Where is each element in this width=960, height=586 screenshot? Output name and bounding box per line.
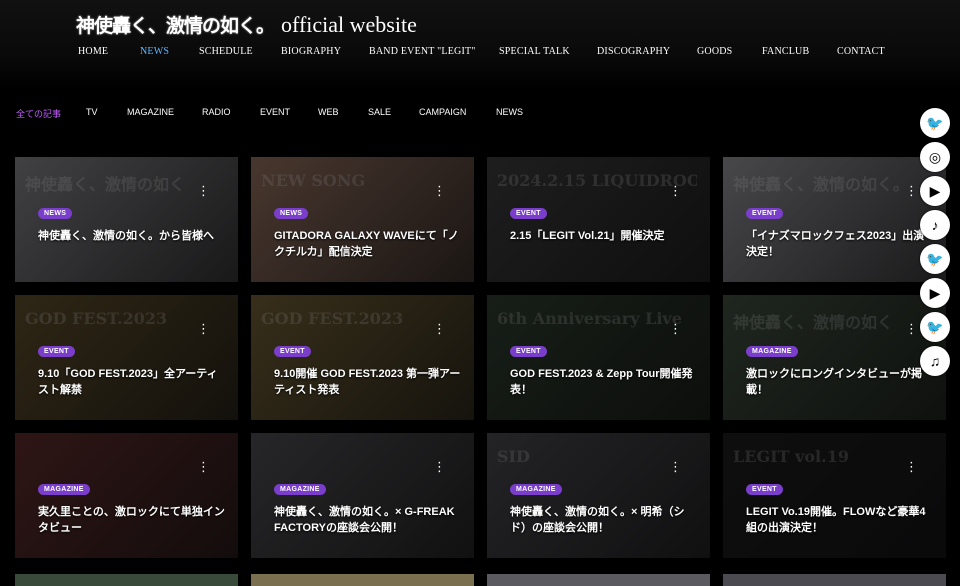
category-badge: NEWS [274, 208, 309, 219]
twitter-icon[interactable]: 🐦 [920, 108, 950, 138]
news-card[interactable]: 6th Anniversary Live ⋮ EVENT GOD FEST.2023 … [487, 295, 710, 420]
thumbnail-overlay [15, 433, 238, 558]
nav-news[interactable]: NEWS [140, 46, 169, 57]
nav-band-event-legit[interactable]: BAND EVENT "LEGIT" [369, 46, 476, 57]
card-title[interactable]: 9.10「GOD FEST.2023」全アーティスト解禁 [38, 366, 226, 398]
thumbnail-overlay [723, 433, 946, 558]
more-options-icon[interactable]: ⋮ [905, 460, 918, 473]
news-card[interactable]: GOD FEST.2023 ⋮ EVENT 9.10開催 GOD FEST.2023 … [251, 295, 474, 420]
thumbnail-overlay [15, 157, 238, 282]
site-header: 神使轟く、激情の如く。 official website HOME NEWS SCH… [0, 0, 960, 90]
category-badge: EVENT [746, 208, 783, 219]
filter-7[interactable]: CAMPAIGN [419, 107, 466, 117]
nav-home[interactable]: HOME [78, 46, 108, 57]
thumbnail-overlay [251, 433, 474, 558]
news-card[interactable]: 2024.2.15 LIQUIDROOM ⋮ EVENT 2.15「LEGIT Vol… [487, 157, 710, 282]
category-badge: EVENT [746, 484, 783, 495]
logo-mark: 神使轟く、激情の如く。 [76, 15, 275, 37]
more-options-icon[interactable]: ⋮ [433, 184, 446, 197]
card-title[interactable]: 神使轟く、激情の如く。× 明希（シド）の座談会公開！ [510, 504, 698, 536]
news-card[interactable]: SID ⋮ MAGAZINE 神使轟く、激情の如く。× 明希（シド）の座談会公開！ [487, 433, 710, 558]
card-title[interactable]: 実久里ことの、激ロックにて単独インタビュー [38, 504, 226, 536]
news-card[interactable]: NEW SONG ⋮ NEWS GITADORA GALAXY WAVEにて「ノクチル… [251, 157, 474, 282]
category-badge: MAGAZINE [38, 484, 90, 495]
card-title[interactable]: GITADORA GALAXY WAVEにて「ノクチルカ」配信決定 [274, 228, 462, 260]
card-title[interactable]: LEGIT Vo.19開催。FLOWなど豪華4組の出演決定！ [746, 504, 934, 536]
thumbnail-overlay [487, 295, 710, 420]
category-badge: MAGAZINE [274, 484, 326, 495]
logo-text: official website [281, 11, 417, 37]
more-options-icon[interactable]: ⋮ [669, 184, 682, 197]
filter-6[interactable]: SALE [368, 107, 391, 117]
nav-fanclub[interactable]: FANCLUB [762, 46, 809, 57]
card-partial[interactable] [723, 574, 946, 586]
instagram-icon[interactable]: ◎ [920, 142, 950, 172]
category-badge: MAGAZINE [510, 484, 562, 495]
nav-schedule[interactable]: SCHEDULE [199, 46, 253, 57]
card-title[interactable]: 激ロックにロングインタビューが掲載！ [746, 366, 934, 398]
news-card[interactable]: GOD FEST.2023 ⋮ EVENT 9.10「GOD FEST.2023」全ア… [15, 295, 238, 420]
news-card[interactable]: 神使轟く、激情の如く。 ⋮ EVENT 「イナズマロックフェス2023」出演決定！ [723, 157, 946, 282]
thumbnail-overlay [487, 433, 710, 558]
twitter-icon[interactable]: 🐦 [920, 312, 950, 342]
thumbnail-overlay [487, 157, 710, 282]
card-title[interactable]: 神使轟く、激情の如く。から皆様へ [38, 228, 226, 244]
category-badge: EVENT [510, 346, 547, 357]
news-card[interactable]: ⋮ MAGAZINE 神使轟く、激情の如く。× G-FREAK FACTORYの座談… [251, 433, 474, 558]
more-options-icon[interactable]: ⋮ [433, 460, 446, 473]
nav-contact[interactable]: CONTACT [837, 46, 885, 57]
filter-1[interactable]: TV [86, 107, 98, 117]
category-badge: EVENT [274, 346, 311, 357]
filter-5[interactable]: WEB [318, 107, 339, 117]
more-options-icon[interactable]: ⋮ [905, 184, 918, 197]
card-title[interactable]: GOD FEST.2023 & Zepp Tour開催発表！ [510, 366, 698, 398]
filter-8[interactable]: NEWS [496, 107, 523, 117]
nav-goods[interactable]: GOODS [697, 46, 732, 57]
more-options-icon[interactable]: ⋮ [669, 460, 682, 473]
news-card[interactable]: LEGIT vol.19 ⋮ EVENT LEGIT Vo.19開催。FLOWなど豪華… [723, 433, 946, 558]
news-card[interactable]: 神使轟く、激情の如く ⋮ NEWS 神使轟く、激情の如く。から皆様へ [15, 157, 238, 282]
card-title[interactable]: 2.15「LEGIT Vol.21」開催決定 [510, 228, 698, 244]
filter-2[interactable]: MAGAZINE [127, 107, 174, 117]
card-title[interactable]: 9.10開催 GOD FEST.2023 第一弾アーティスト発表 [274, 366, 462, 398]
news-card[interactable]: 神使轟く、激情の如く ⋮ MAGAZINE 激ロックにロングインタビューが掲載！ [723, 295, 946, 420]
site-logo[interactable]: 神使轟く、激情の如く。 official website [76, 11, 417, 38]
filter-4[interactable]: EVENT [260, 107, 290, 117]
card-partial[interactable] [15, 574, 238, 586]
thumbnail-overlay [251, 157, 474, 282]
news-card[interactable]: ⋮ MAGAZINE 実久里ことの、激ロックにて単独インタビュー [15, 433, 238, 558]
category-badge: EVENT [38, 346, 75, 357]
nav-discography[interactable]: DISCOGRAPHY [597, 46, 670, 57]
more-options-icon[interactable]: ⋮ [433, 322, 446, 335]
more-options-icon[interactable]: ⋮ [197, 322, 210, 335]
nav-biography[interactable]: BIOGRAPHY [281, 46, 341, 57]
youtube-icon[interactable]: ▶ [920, 176, 950, 206]
category-badge: EVENT [510, 208, 547, 219]
more-options-icon[interactable]: ⋮ [905, 322, 918, 335]
thumbnail-overlay [251, 295, 474, 420]
thumbnail-overlay [723, 157, 946, 282]
twitter-icon[interactable]: 🐦 [920, 244, 950, 274]
card-partial[interactable] [487, 574, 710, 586]
thumbnail-overlay [15, 295, 238, 420]
category-badge: NEWS [38, 208, 73, 219]
youtube-icon[interactable]: ▶ [920, 278, 950, 308]
card-title[interactable]: 「イナズマロックフェス2023」出演決定！ [746, 228, 934, 260]
more-options-icon[interactable]: ⋮ [197, 460, 210, 473]
card-partial[interactable] [251, 574, 474, 586]
apple-music-icon[interactable]: ♪ [920, 210, 950, 240]
more-options-icon[interactable]: ⋮ [669, 322, 682, 335]
filter-3[interactable]: RADIO [202, 107, 231, 117]
category-badge: MAGAZINE [746, 346, 798, 357]
nav-special-talk[interactable]: SPECIAL TALK [499, 46, 570, 57]
social-links: 🐦 ◎ ▶ ♪ 🐦 ▶ 🐦 ♫ [920, 108, 950, 380]
thumbnail-overlay [723, 295, 946, 420]
filter-0[interactable]: 全ての記事 [16, 107, 61, 120]
more-options-icon[interactable]: ⋮ [197, 184, 210, 197]
card-title[interactable]: 神使轟く、激情の如く。× G-FREAK FACTORYの座談会公開！ [274, 504, 462, 536]
tiktok-icon[interactable]: ♫ [920, 346, 950, 376]
